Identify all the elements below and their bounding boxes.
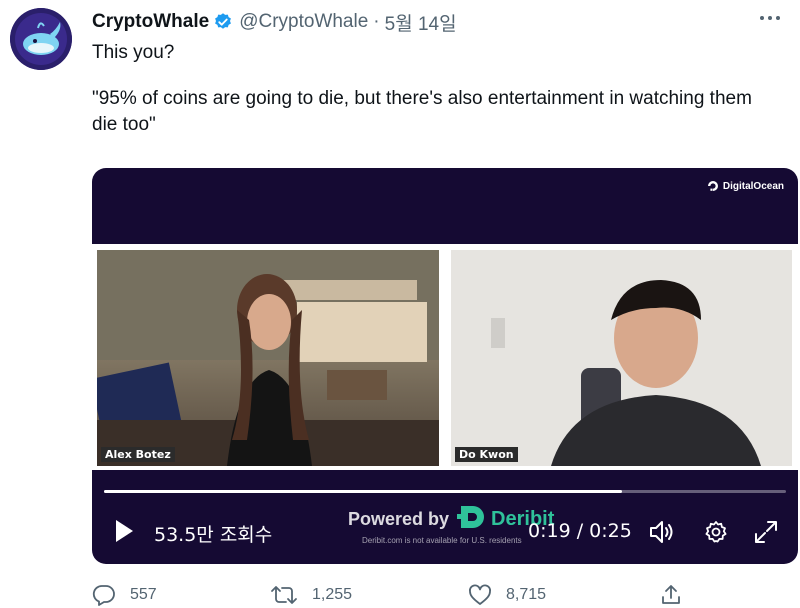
retweet-button[interactable]: 1,255 xyxy=(270,584,352,606)
share-icon xyxy=(662,585,680,604)
deribit-sponsor: Powered by Deribit xyxy=(348,504,554,535)
digitalocean-label: DigitalOcean xyxy=(722,180,784,192)
right-camera-scene xyxy=(451,250,792,466)
settings-icon[interactable] xyxy=(702,518,730,546)
share-button[interactable] xyxy=(660,584,682,606)
tweet-date[interactable]: 5월 14일 xyxy=(385,9,457,36)
left-camera-scene xyxy=(97,250,439,466)
powered-by-label: Powered by xyxy=(348,509,450,529)
like-icon xyxy=(469,584,491,605)
tweet-text: This you? "95% of coins are going to die… xyxy=(92,40,782,138)
header-separator: · xyxy=(373,11,380,32)
user-handle[interactable]: @CryptoWhale xyxy=(239,11,368,33)
tweet-actions: 557 1,255 8,715 xyxy=(92,584,692,608)
tweet-header: CryptoWhale @CryptoWhale · 5월 14일 xyxy=(92,9,780,36)
tweet-text-line-1: This you? xyxy=(92,42,175,63)
retweet-icon xyxy=(271,586,297,604)
reply-button[interactable]: 557 xyxy=(92,584,157,606)
volume-icon[interactable] xyxy=(648,518,676,546)
play-icon[interactable] xyxy=(114,518,136,544)
right-name-tag: Do Kwon xyxy=(455,447,518,462)
like-button[interactable]: 8,715 xyxy=(468,584,546,606)
progress-bar[interactable] xyxy=(104,490,786,493)
deribit-disclaimer: Deribit.com is not available for U.S. re… xyxy=(362,536,522,545)
avatar[interactable] xyxy=(10,8,72,70)
like-count: 8,715 xyxy=(506,586,547,603)
video-panel-left: Alex Botez xyxy=(97,250,439,466)
reply-icon xyxy=(92,585,115,606)
retweet-count: 1,255 xyxy=(312,586,353,603)
video-player[interactable]: DigitalOcean Alex Botez Do Kwon 53.5만 조회… xyxy=(92,168,798,564)
more-icon[interactable] xyxy=(756,4,784,32)
progress-fill xyxy=(104,490,623,493)
left-name-tag: Alex Botez xyxy=(101,447,175,462)
fullscreen-icon[interactable] xyxy=(752,518,780,546)
digitalocean-logo: DigitalOcean xyxy=(707,180,784,192)
reply-count: 557 xyxy=(130,586,157,603)
verified-badge-icon xyxy=(213,12,233,32)
deribit-icon xyxy=(457,504,487,535)
whale-avatar-image xyxy=(10,8,72,70)
tweet-text-line-2: "95% of coins are going to die, but ther… xyxy=(92,88,752,135)
view-count: 53.5만 조회수 xyxy=(154,524,273,546)
digitalocean-icon xyxy=(707,181,718,191)
display-name[interactable]: CryptoWhale xyxy=(92,11,209,33)
playback-time: 0:19 / 0:25 xyxy=(528,520,632,542)
video-panel-right: Do Kwon xyxy=(451,250,792,466)
